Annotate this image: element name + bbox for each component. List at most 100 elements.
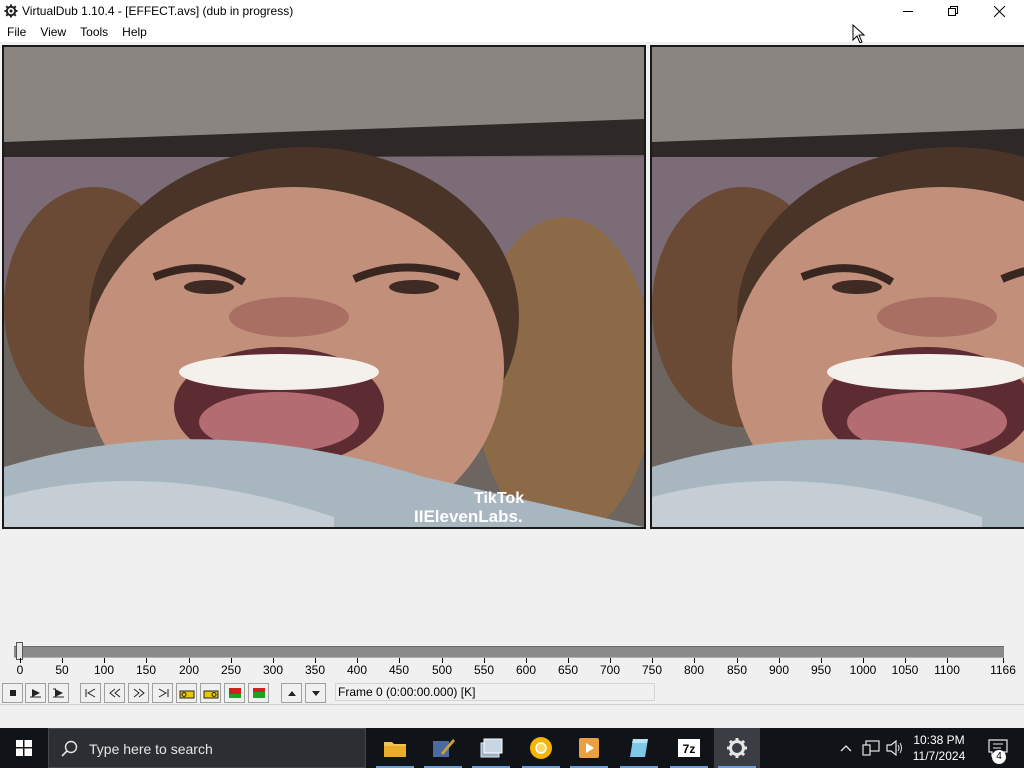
timeline-tick-label: 300 (262, 663, 284, 677)
go-to-end-icon (158, 688, 168, 698)
tray-overflow-button[interactable] (836, 728, 856, 768)
taskbar-app-viewer[interactable] (468, 728, 514, 768)
next-frame-button[interactable] (128, 683, 149, 703)
menu-bar: File View Tools Help (0, 22, 1024, 42)
taskbar-search-box[interactable]: Type here to search (48, 728, 366, 768)
go-to-start-button[interactable] (80, 683, 101, 703)
title-bar[interactable]: VirtualDub 1.10.4 - [EFFECT.avs] (dub in… (0, 0, 1024, 22)
video-area: TikTok IIElevenLabs. (0, 43, 1024, 530)
minimize-button[interactable] (885, 0, 931, 22)
mark-in-icon (287, 691, 296, 696)
taskbar-chrome[interactable] (518, 728, 564, 768)
gear-icon (727, 738, 747, 758)
media-player-icon (579, 738, 599, 758)
restore-icon (948, 6, 958, 16)
timeline-tick-label: 700 (599, 663, 621, 677)
scene-back-button[interactable] (224, 683, 245, 703)
mark-out-icon (311, 691, 320, 696)
timeline-tick-label: 850 (726, 663, 748, 677)
timeline-tick-label: 350 (304, 663, 326, 677)
chevron-up-icon (840, 745, 852, 752)
key-next-icon (203, 690, 218, 699)
network-icon (862, 740, 880, 756)
taskbar-media-player[interactable] (566, 728, 612, 768)
go-to-end-button[interactable] (152, 683, 173, 703)
clock-date: 11/7/2024 (912, 749, 966, 763)
play-input-button[interactable] (25, 683, 46, 703)
folder-icon (384, 742, 406, 757)
taskbar-7zip[interactable]: 7z (666, 728, 712, 768)
frame-position-display: Frame 0 (0:00:00.000) [K] (335, 683, 655, 701)
timeline-tick-label: 450 (388, 663, 410, 677)
mark-out-button[interactable] (305, 683, 326, 703)
timeline-tick-label: 0 (16, 663, 24, 677)
tiktok-watermark: TikTok (474, 490, 524, 507)
taskbar-file-explorer[interactable] (372, 728, 418, 768)
timeline-tick-label: 900 (768, 663, 790, 677)
notes-app-icon (630, 739, 648, 757)
stop-button[interactable] (2, 683, 23, 703)
previous-frame-icon (108, 688, 120, 698)
scene-forward-button[interactable] (248, 683, 269, 703)
input-video-pane[interactable]: TikTok IIElevenLabs. (2, 45, 646, 529)
taskbar-virtualdub[interactable] (714, 728, 760, 768)
output-video-pane[interactable] (650, 45, 1024, 529)
7zip-icon: 7z (678, 739, 700, 757)
tray-network[interactable] (860, 728, 882, 768)
next-keyframe-button[interactable] (200, 683, 221, 703)
menu-help[interactable]: Help (115, 22, 154, 42)
previous-frame-button[interactable] (104, 683, 125, 703)
notification-count-badge: 4 (992, 750, 1006, 764)
minimize-icon (903, 11, 913, 12)
timeline-tick-label: 950 (810, 663, 832, 677)
timeline-tick-label: 50 (55, 663, 69, 677)
search-placeholder: Type here to search (89, 741, 213, 757)
tray-volume[interactable] (884, 728, 906, 768)
go-to-start-icon (85, 688, 95, 698)
status-divider (0, 704, 1024, 705)
menu-tools[interactable]: Tools (73, 22, 115, 42)
timeline-tick-label: 650 (557, 663, 579, 677)
menu-file[interactable]: File (0, 22, 33, 42)
clock-time: 10:38 PM (913, 733, 965, 747)
timeline-tick-label: 500 (431, 663, 453, 677)
close-button[interactable] (976, 0, 1022, 22)
timeline-tick-label: 1166 (990, 663, 1016, 677)
user-watermark: IIElevenLabs. (414, 507, 523, 526)
search-icon (61, 740, 78, 757)
timeline-tick-label: 800 (683, 663, 705, 677)
mark-in-button[interactable] (281, 683, 302, 703)
play-output-icon (52, 688, 64, 698)
timeline-tick-label: 600 (515, 663, 537, 677)
menu-view[interactable]: View (33, 22, 73, 42)
previous-keyframe-button[interactable] (176, 683, 197, 703)
window-title: VirtualDub 1.10.4 - [EFFECT.avs] (dub in… (22, 4, 294, 18)
speaker-icon (886, 740, 902, 756)
image-viewer-icon (480, 738, 503, 758)
restore-button[interactable] (930, 0, 976, 22)
start-button[interactable] (0, 728, 48, 768)
key-prev-icon (179, 690, 194, 699)
taskbar-clock[interactable]: 10:38 PM 11/7/2024 (908, 732, 970, 764)
scene-back-icon (228, 688, 241, 698)
timeline-tick-label: 150 (135, 663, 157, 677)
input-video-frame: TikTok IIElevenLabs. (4, 47, 644, 527)
taskbar-app-editor[interactable] (420, 728, 466, 768)
close-icon (993, 5, 1005, 17)
timeline-tick-label: 200 (178, 663, 200, 677)
editor-app-icon (433, 739, 455, 757)
output-video-frame (652, 47, 1024, 527)
timeline-tick-label: 550 (473, 663, 495, 677)
chrome-icon (530, 737, 552, 759)
timeline-tick-label: 250 (220, 663, 242, 677)
taskbar-notes[interactable] (616, 728, 662, 768)
timeline-tick-label: 400 (346, 663, 368, 677)
stop-icon (9, 690, 16, 696)
timeline-track[interactable] (14, 646, 1004, 658)
play-output-button[interactable] (48, 683, 69, 703)
svg-text:7z: 7z (683, 742, 696, 756)
taskbar: Type here to search 7z 10:38 PM 11/7/202… (0, 728, 1024, 768)
timeline-tick-label: 750 (641, 663, 663, 677)
next-frame-icon (133, 688, 145, 698)
windows-logo-icon (16, 740, 32, 756)
